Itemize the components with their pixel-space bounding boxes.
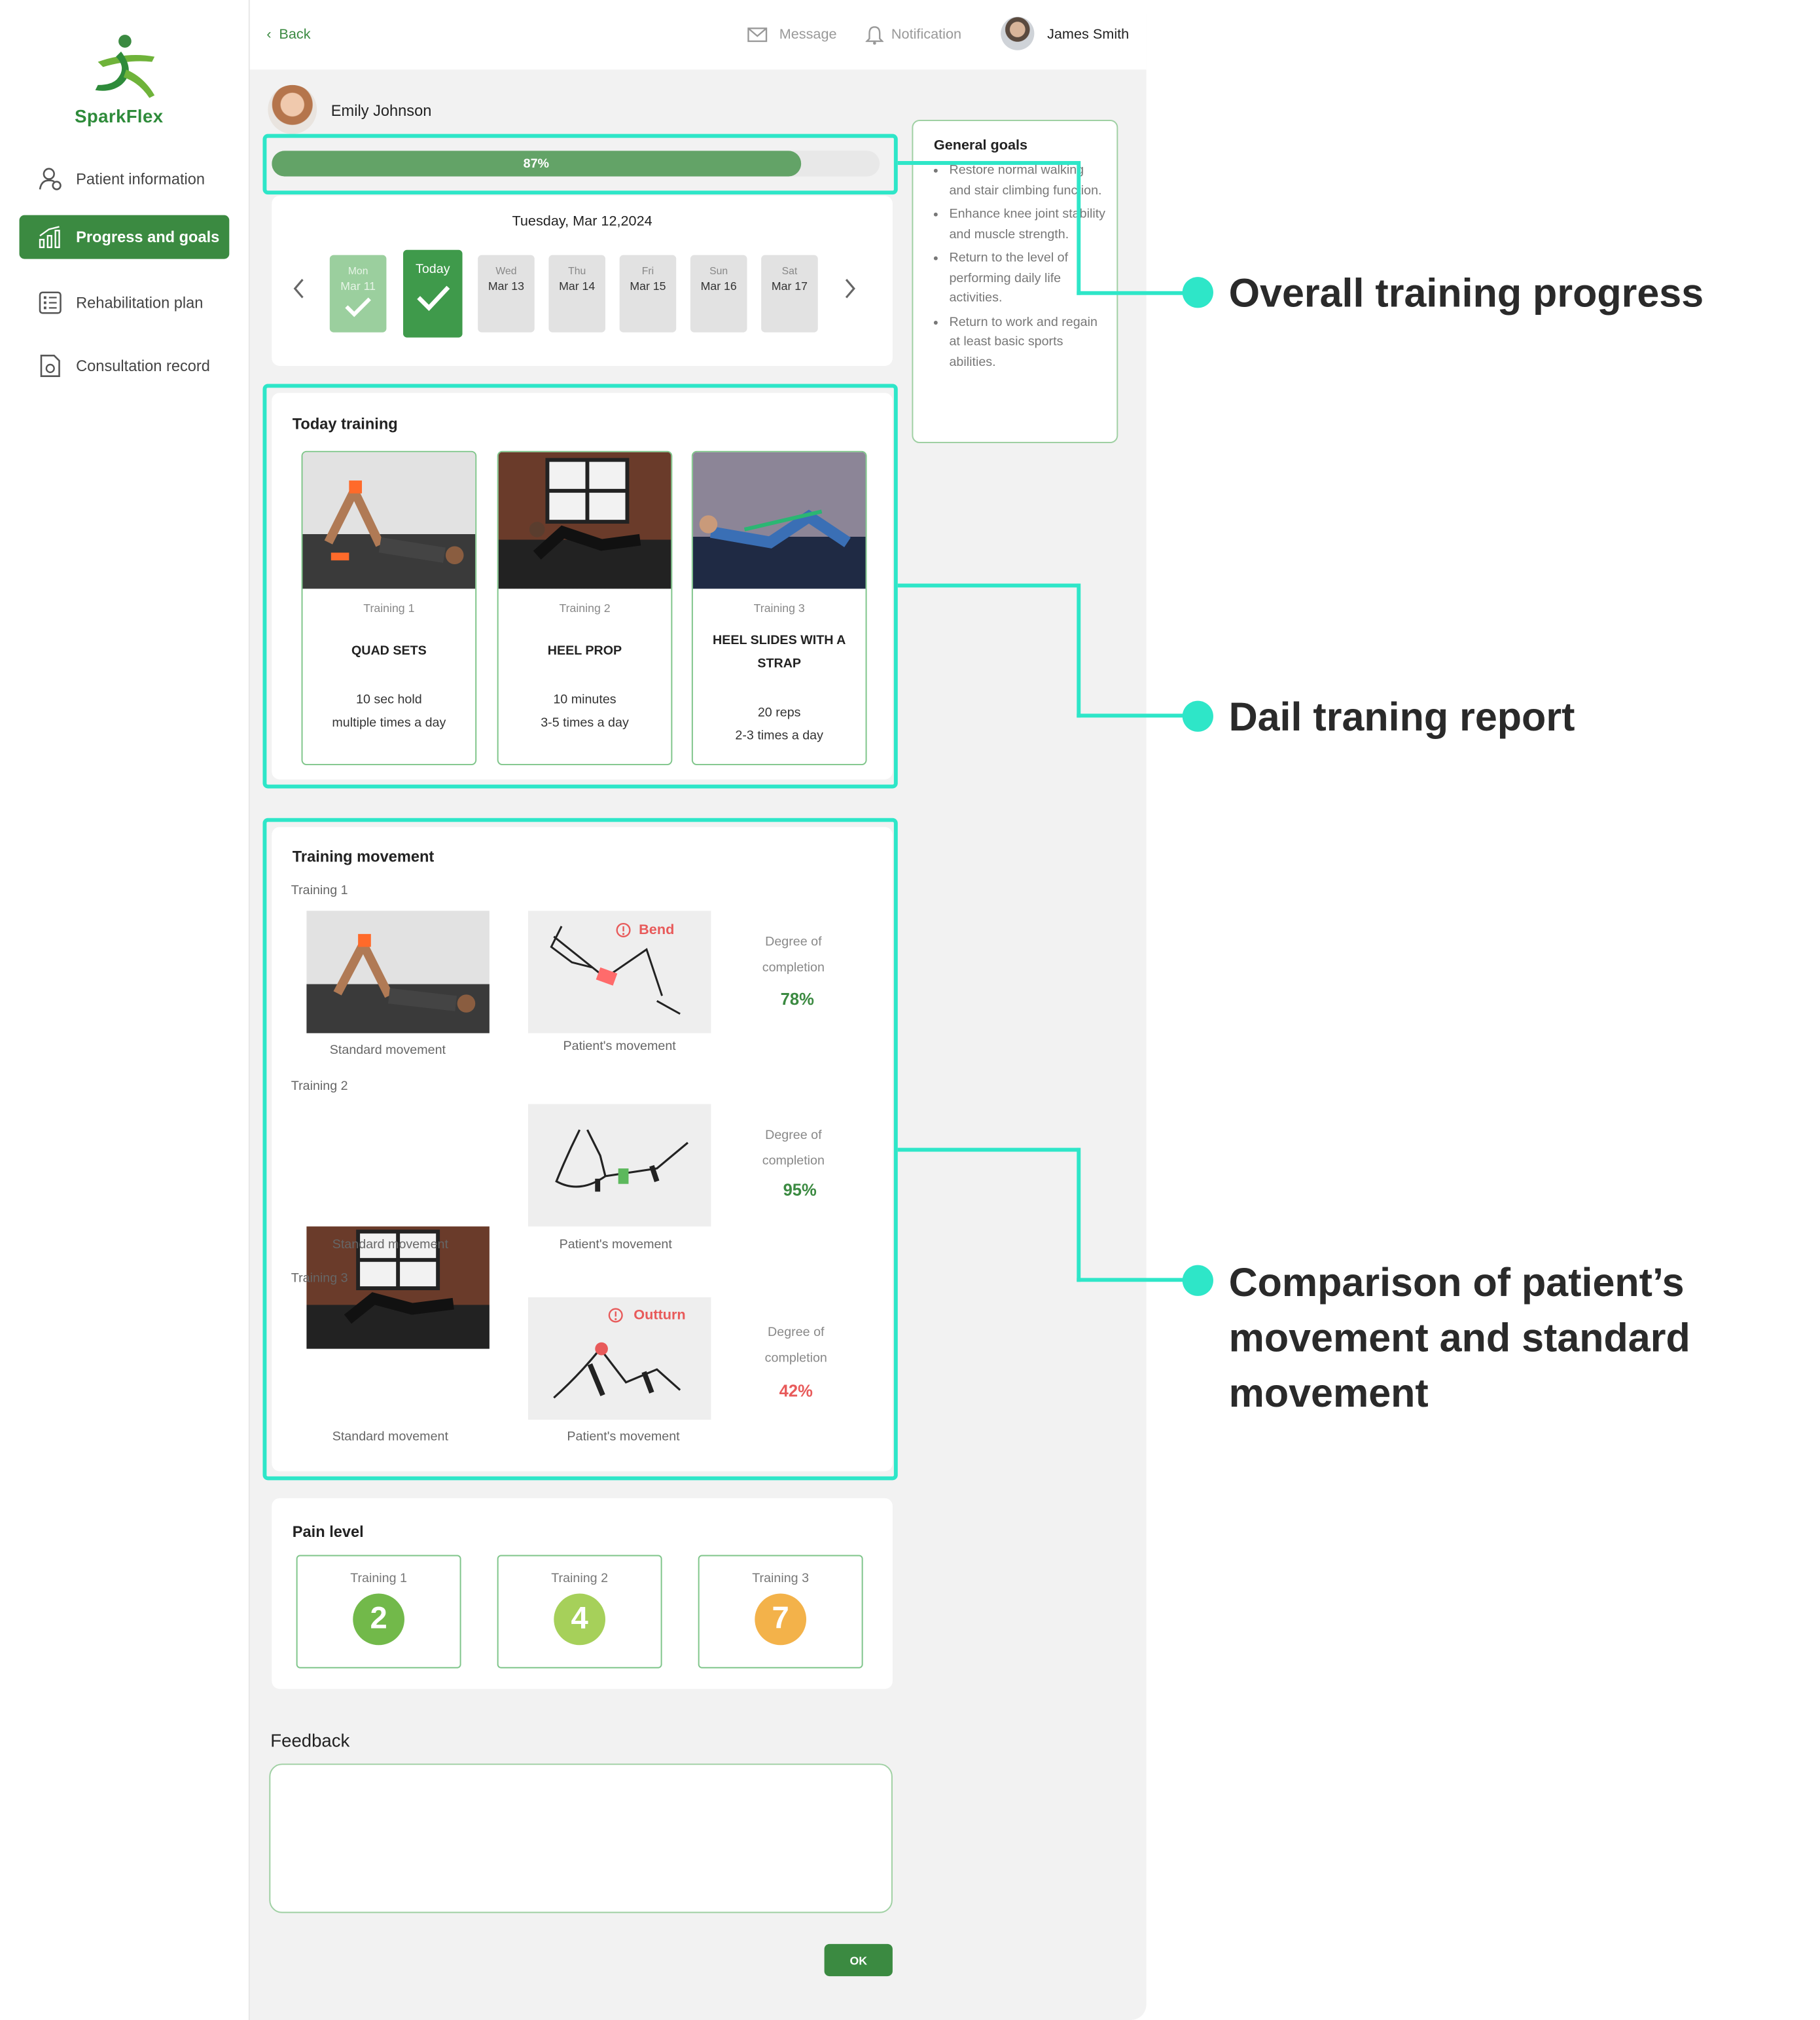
pain-level-title: Pain level bbox=[292, 1523, 364, 1541]
user-name[interactable]: James Smith bbox=[1047, 27, 1129, 43]
feedback-label: Feedback bbox=[270, 1730, 350, 1751]
completion-value: 42% bbox=[779, 1380, 813, 1401]
patient-movement-sketch bbox=[527, 1104, 711, 1227]
patient-movement-caption: Patient's movement bbox=[559, 1238, 672, 1252]
training-movement-title: Training movement bbox=[292, 848, 435, 866]
patient-movement-caption: Patient's movement bbox=[563, 1039, 676, 1054]
checklist-icon bbox=[35, 287, 65, 318]
training-card-2[interactable]: Training 2 HEEL PROP 10 minutes 3-5 times… bbox=[497, 450, 673, 766]
today-training-title: Today training bbox=[292, 414, 398, 433]
training-photo bbox=[498, 452, 671, 589]
training-card-1[interactable]: Training 1 QUAD SETS 10 sec hold multiple… bbox=[301, 450, 477, 766]
completion-value: 95% bbox=[783, 1180, 817, 1200]
alert-icon bbox=[608, 1308, 623, 1323]
checkmark-icon bbox=[417, 285, 450, 312]
pain-item-training-3: Training 3 7 bbox=[698, 1555, 863, 1668]
connector-line bbox=[1077, 1278, 1198, 1282]
chevron-right-icon[interactable] bbox=[842, 277, 858, 300]
pain-item-training-1: Training 1 2 bbox=[296, 1555, 461, 1668]
sidebar-item-patient-information[interactable]: Patient information bbox=[20, 157, 230, 201]
goal-item: Return to the level of performing daily … bbox=[949, 249, 1106, 309]
document-icon bbox=[35, 350, 65, 381]
completion-value: 78% bbox=[780, 989, 814, 1009]
sidebar-item-label: Progress and goals bbox=[76, 228, 220, 246]
pain-item-training-2: Training 2 4 bbox=[497, 1555, 662, 1668]
bell-icon[interactable] bbox=[865, 24, 884, 45]
goal-item: Return to work and regain at least basic… bbox=[949, 312, 1106, 372]
brand-name: SparkFlex bbox=[75, 105, 164, 126]
alert-icon bbox=[616, 922, 631, 937]
feedback-textarea[interactable] bbox=[269, 1763, 893, 1913]
calendar-day-sun[interactable]: Sun Mar 16 bbox=[690, 255, 747, 333]
connector-line bbox=[897, 583, 1080, 588]
warning-badge: Bend bbox=[616, 922, 674, 938]
pain-score-badge: 7 bbox=[755, 1593, 807, 1646]
training-card-3[interactable]: Training 3 HEEL SLIDES WITH A STRAP 20 r… bbox=[691, 450, 867, 766]
warning-badge: Outturn bbox=[608, 1308, 686, 1323]
standard-movement-photo bbox=[306, 911, 490, 1034]
connector-line bbox=[897, 1147, 1080, 1152]
pain-score-badge: 2 bbox=[353, 1593, 404, 1646]
user-avatar[interactable] bbox=[1001, 16, 1035, 50]
progress-track: 87% bbox=[272, 151, 880, 177]
standard-movement-caption: Standard movement bbox=[329, 1043, 446, 1058]
degree-label: Degree of completion bbox=[762, 1128, 825, 1169]
connector-line bbox=[1077, 583, 1081, 718]
training-photo bbox=[692, 452, 866, 589]
calendar-day-today[interactable]: Today bbox=[403, 249, 463, 338]
connector-line bbox=[1077, 713, 1198, 718]
chevron-left-icon[interactable] bbox=[291, 277, 307, 300]
annotation-comparison: Comparison of patient’s movement and sta… bbox=[1228, 1259, 1690, 1416]
degree-label: Degree of completion bbox=[762, 935, 825, 975]
goal-item: Restore normal walking and stair climbin… bbox=[949, 161, 1106, 201]
general-goals-title: General goals bbox=[933, 137, 1028, 154]
connector-line bbox=[897, 161, 1080, 165]
sidebar-item-progress-and-goals[interactable]: Progress and goals bbox=[19, 215, 230, 259]
calendar-day-fri[interactable]: Fri Mar 15 bbox=[619, 255, 677, 333]
checkmark-icon bbox=[345, 297, 371, 317]
back-button[interactable]: ‹ Back bbox=[266, 27, 310, 43]
patient-movement-caption: Patient's movement bbox=[567, 1430, 680, 1445]
annotation-daily-report: Dail traning report bbox=[1228, 694, 1575, 740]
notification-link[interactable]: Notification bbox=[891, 27, 961, 43]
calendar-day-sat[interactable]: Sat Mar 17 bbox=[761, 255, 818, 333]
calendar-day-wed[interactable]: Wed Mar 13 bbox=[478, 255, 535, 333]
annotation-dot bbox=[1182, 1265, 1213, 1296]
chevron-left-icon: ‹ bbox=[266, 27, 272, 43]
sparkflex-logo-icon bbox=[95, 35, 155, 98]
calendar-day-thu[interactable]: Thu Mar 14 bbox=[548, 255, 606, 333]
progress-label: 87% bbox=[523, 156, 550, 171]
connector-line bbox=[1077, 291, 1198, 295]
connector-line bbox=[1077, 161, 1081, 295]
training-photo bbox=[302, 452, 476, 589]
message-link[interactable]: Message bbox=[779, 27, 837, 43]
patient-name: Emily Johnson bbox=[330, 101, 432, 120]
patient-avatar bbox=[268, 84, 317, 134]
degree-label: Degree of completion bbox=[764, 1326, 827, 1366]
user-settings-icon bbox=[35, 164, 65, 194]
sidebar-item-rehabilitation-plan[interactable]: Rehabilitation plan bbox=[20, 281, 230, 325]
standard-movement-caption: Standard movement bbox=[332, 1238, 448, 1252]
sidebar-item-label: Rehabilitation plan bbox=[76, 293, 204, 312]
ok-button[interactable]: OK bbox=[824, 1943, 893, 1977]
movement-row-label: Training 2 bbox=[291, 1079, 348, 1094]
envelope-icon[interactable] bbox=[747, 26, 768, 44]
pain-score-badge: 4 bbox=[554, 1593, 606, 1646]
goal-item: Enhance knee joint stability and muscle … bbox=[949, 205, 1106, 245]
sidebar-item-label: Patient information bbox=[76, 170, 205, 189]
sidebar-item-consultation-record[interactable]: Consultation record bbox=[20, 344, 230, 388]
annotation-dot bbox=[1182, 277, 1213, 308]
general-goals-card: General goals Restore normal walking and… bbox=[912, 120, 1118, 444]
annotation-overall-progress: Overall training progress bbox=[1228, 270, 1704, 316]
calendar-day-mon[interactable]: Mon Mar 11 bbox=[329, 255, 387, 333]
calendar-date-title: Tuesday, Mar 12,2024 bbox=[512, 213, 652, 230]
chart-up-icon bbox=[35, 222, 65, 253]
annotation-dot bbox=[1182, 700, 1213, 732]
connector-line bbox=[1077, 1147, 1081, 1282]
standard-movement-caption: Standard movement bbox=[332, 1430, 448, 1445]
movement-row-label: Training 1 bbox=[291, 884, 348, 898]
progress-fill: 87% bbox=[272, 151, 801, 177]
sidebar-item-label: Consultation record bbox=[76, 357, 210, 375]
movement-row-label: Training 3 bbox=[291, 1271, 348, 1286]
